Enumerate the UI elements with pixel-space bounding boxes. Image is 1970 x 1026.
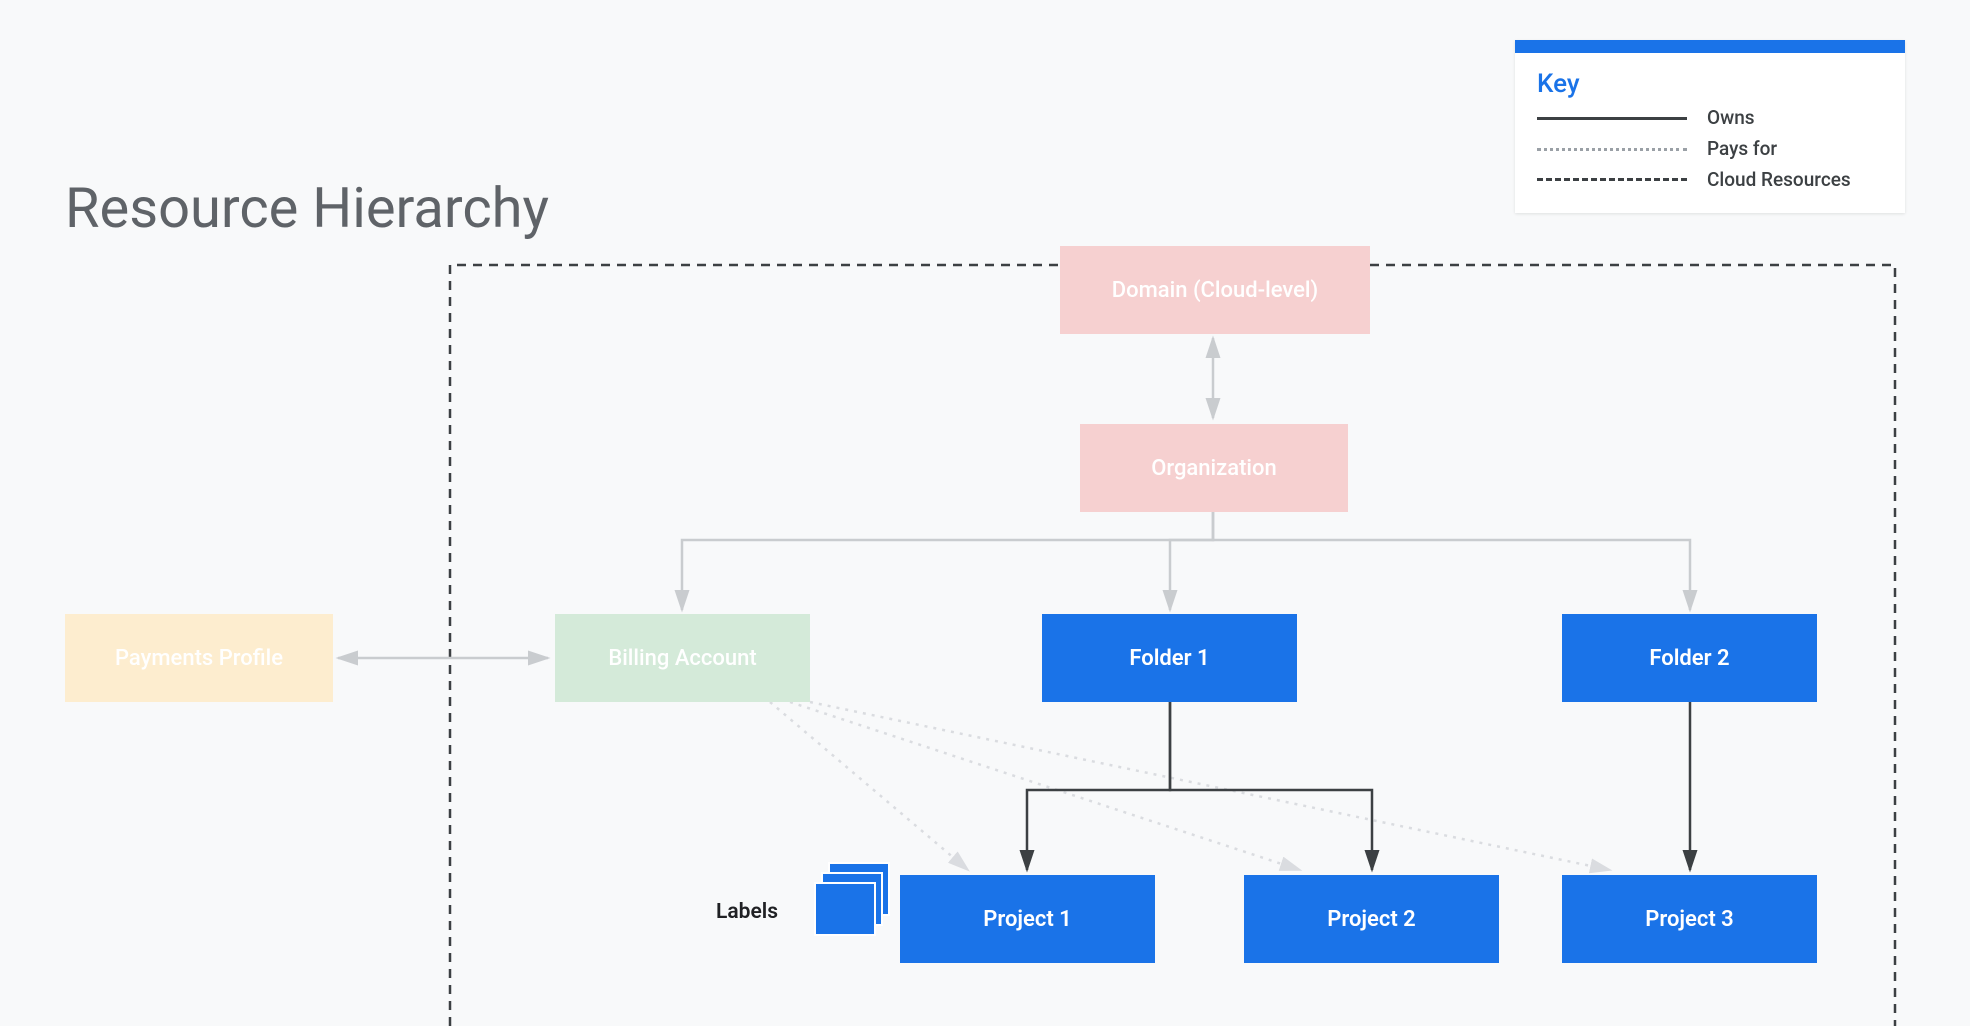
legend-row-cloudres: Cloud Resources bbox=[1537, 169, 1883, 192]
line-dashed-icon bbox=[1537, 178, 1687, 181]
line-solid-icon bbox=[1537, 117, 1687, 120]
legend-row-paysfor: Pays for bbox=[1537, 138, 1883, 161]
legend-label: Cloud Resources bbox=[1707, 169, 1851, 192]
labels-text: Labels bbox=[716, 900, 778, 924]
page-title: Resource Hierarchy bbox=[65, 175, 549, 241]
node-project-1: Project 1 bbox=[900, 875, 1155, 963]
node-folder-1: Folder 1 bbox=[1042, 614, 1297, 702]
node-folder-2: Folder 2 bbox=[1562, 614, 1817, 702]
legend-title: Key bbox=[1537, 69, 1883, 99]
node-payments-profile: Payments Profile bbox=[65, 614, 333, 702]
legend-row-owns: Owns bbox=[1537, 107, 1883, 130]
legend-panel: Key Owns Pays for Cloud Resources bbox=[1515, 40, 1905, 213]
legend-accent-bar bbox=[1515, 40, 1905, 53]
legend-label: Pays for bbox=[1707, 138, 1777, 161]
node-billing-account: Billing Account bbox=[555, 614, 810, 702]
line-dotted-icon bbox=[1537, 148, 1687, 151]
node-domain: Domain (Cloud-level) bbox=[1060, 246, 1370, 334]
labels-stack-icon bbox=[814, 862, 886, 934]
node-project-2: Project 2 bbox=[1244, 875, 1499, 963]
node-project-3: Project 3 bbox=[1562, 875, 1817, 963]
legend-label: Owns bbox=[1707, 107, 1755, 130]
node-organization: Organization bbox=[1080, 424, 1348, 512]
